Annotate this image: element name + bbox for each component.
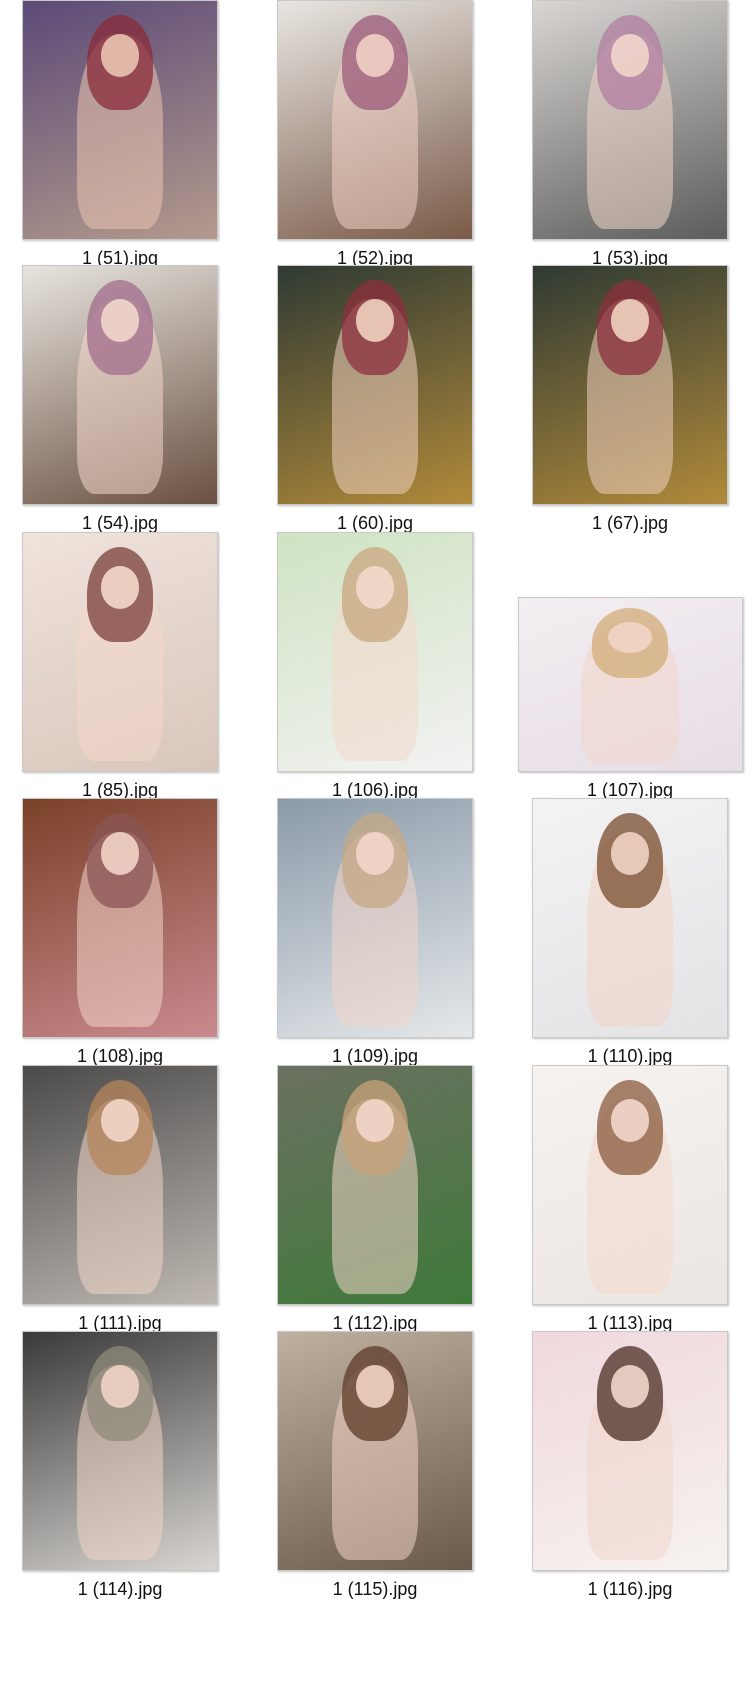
file-item[interactable]: 1 (52).jpg [255,0,495,290]
photo-face [100,1099,140,1143]
file-item[interactable]: 1 (108).jpg [0,798,240,1088]
thumbnail-slot [0,1065,240,1305]
photo-face [610,34,650,78]
photo-face [100,299,140,343]
thumbnail-slot [255,1331,495,1571]
file-name[interactable]: 1 (114).jpg [0,1579,240,1600]
photo-face [100,566,140,610]
file-name[interactable]: 1 (54).jpg [0,513,240,534]
image-thumbnail[interactable] [22,265,218,505]
file-item[interactable]: 1 (112).jpg [255,1065,495,1355]
thumbnail-slot [0,0,240,240]
file-item[interactable]: 1 (115).jpg [255,1331,495,1621]
thumbnail-slot [510,265,750,505]
thumbnail-slot [255,798,495,1038]
thumbnail-slot [255,0,495,240]
image-thumbnail[interactable] [532,1331,728,1571]
photo-face [100,34,140,78]
file-name[interactable]: 1 (108).jpg [0,1046,240,1067]
image-thumbnail[interactable] [532,1065,728,1305]
file-name[interactable]: 1 (116).jpg [510,1579,750,1600]
file-item[interactable]: 1 (60).jpg [255,265,495,555]
image-thumbnail[interactable] [517,597,743,772]
image-thumbnail[interactable] [532,265,728,505]
image-thumbnail[interactable] [277,1331,473,1571]
photo-face [355,566,395,610]
file-name[interactable]: 1 (115).jpg [255,1579,495,1600]
file-name[interactable]: 1 (67).jpg [510,513,750,534]
file-item[interactable]: 1 (53).jpg [510,0,750,290]
photo-face [610,1099,650,1143]
image-thumbnail[interactable] [22,1331,218,1571]
file-item[interactable]: 1 (110).jpg [510,798,750,1088]
thumbnail-slot [510,0,750,240]
image-thumbnail[interactable] [22,0,218,240]
image-thumbnail[interactable] [277,0,473,240]
photo-face [100,1365,140,1409]
thumbnail-slot [255,532,495,772]
photo-face [100,832,140,876]
image-thumbnail[interactable] [22,532,218,772]
image-thumbnail[interactable] [22,798,218,1038]
photo-face [355,832,395,876]
file-item[interactable]: 1 (109).jpg [255,798,495,1088]
photo-face [355,1099,395,1143]
image-thumbnail[interactable] [277,798,473,1038]
file-item[interactable]: 1 (111).jpg [0,1065,240,1355]
file-item[interactable]: 1 (116).jpg [510,1331,750,1621]
thumbnail-slot [0,532,240,772]
thumbnail-slot [0,265,240,505]
image-thumbnail[interactable] [532,798,728,1038]
file-name[interactable]: 1 (109).jpg [255,1046,495,1067]
thumbnail-slot [510,798,750,1038]
thumbnail-slot [0,798,240,1038]
thumbnail-slot [510,532,750,772]
image-thumbnail[interactable] [22,1065,218,1305]
photo-face [355,34,395,78]
thumbnail-slot [0,1331,240,1571]
thumbnail-slot [255,1065,495,1305]
file-item[interactable]: 1 (106).jpg [255,532,495,822]
file-item[interactable]: 1 (107).jpg [510,532,750,822]
image-thumbnail[interactable] [277,532,473,772]
file-item[interactable]: 1 (85).jpg [0,532,240,822]
thumbnail-slot [510,1331,750,1571]
file-name[interactable]: 1 (60).jpg [255,513,495,534]
file-item[interactable]: 1 (67).jpg [510,265,750,555]
photo-face [610,832,650,876]
file-name[interactable]: 1 (110).jpg [510,1046,750,1067]
file-item[interactable]: 1 (51).jpg [0,0,240,290]
image-thumbnail[interactable] [532,0,728,240]
file-grid: 1 (51).jpg 1 (52).jpg 1 (53).jpg 1 (54).jpg… [0,0,755,1706]
photo-face [355,1365,395,1409]
file-item[interactable]: 1 (114).jpg [0,1331,240,1621]
thumbnail-slot [255,265,495,505]
file-item[interactable]: 1 (54).jpg [0,265,240,555]
file-item[interactable]: 1 (113).jpg [510,1065,750,1355]
photo-face [355,299,395,343]
image-thumbnail[interactable] [277,1065,473,1305]
photo-face [610,1365,650,1409]
photo-face [610,299,650,343]
image-thumbnail[interactable] [277,265,473,505]
thumbnail-slot [510,1065,750,1305]
